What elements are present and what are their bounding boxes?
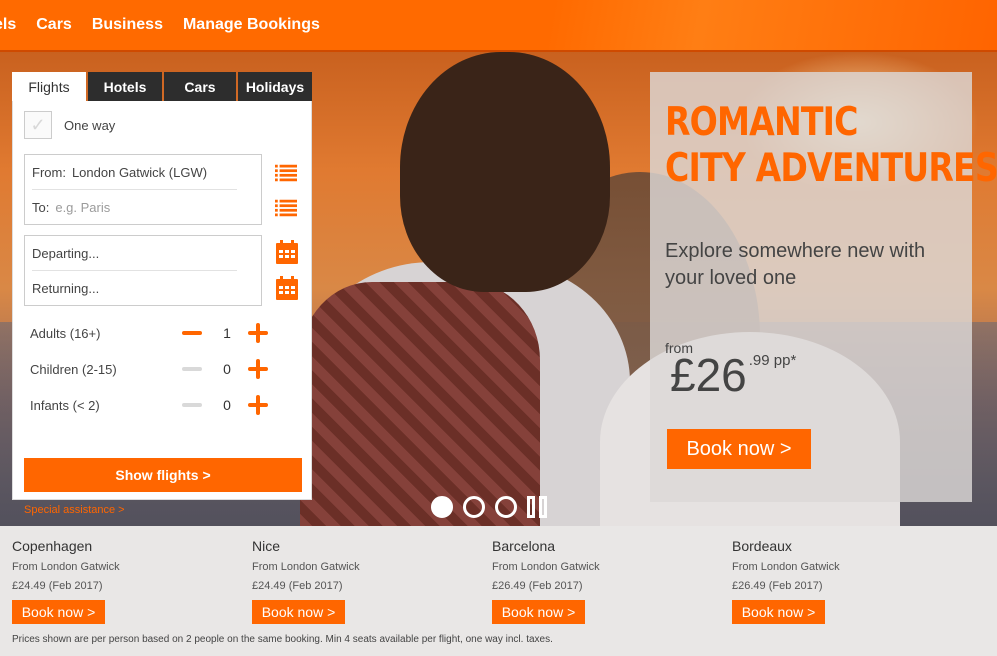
carousel-dot-1[interactable] [431, 496, 453, 518]
from-value: London Gatwick (LGW) [71, 164, 208, 180]
infants-label: Infants (< 2) [30, 397, 100, 413]
promo-headline-line1: ROMANTIC [665, 100, 858, 145]
to-field[interactable]: To: e.g. Paris [25, 190, 261, 224]
flight-search-widget: Flights Hotels Cars Holidays ✓ One way F… [12, 72, 312, 516]
one-way-option: ✓ One way [24, 111, 115, 139]
date-fields: Departing... Returning... [24, 235, 262, 306]
nav-item-holidays-hotels[interactable]: els [0, 16, 16, 34]
deal-card: Barcelona From London Gatwick £26.49 (Fe… [492, 538, 712, 624]
nav-item-business[interactable]: Business [92, 16, 163, 34]
deal-origin: From London Gatwick [12, 561, 120, 573]
deal-book-now-button[interactable]: Book now > [732, 600, 825, 624]
promo-price: £26.99 pp* [670, 348, 796, 402]
deal-destination: Barcelona [492, 538, 556, 554]
calendar-icon[interactable] [276, 276, 298, 300]
departing-placeholder: Departing... [32, 245, 100, 261]
adults-minus-button[interactable] [182, 331, 202, 335]
infants-row: Infants (< 2) 0 [30, 393, 295, 417]
adults-label: Adults (16+) [30, 325, 101, 341]
deal-card: Nice From London Gatwick £24.49 (Feb 201… [252, 538, 472, 624]
deal-price: £26.49 (Feb 2017) [732, 580, 823, 592]
departing-field[interactable]: Departing... [25, 236, 261, 270]
promo-headline-line2: CITY ADVENTURES [665, 146, 997, 191]
tab-holidays[interactable]: Holidays [238, 72, 312, 101]
adults-count: 1 [223, 325, 231, 341]
children-minus-button[interactable] [182, 367, 202, 371]
tab-flights[interactable]: Flights [12, 72, 86, 101]
carousel-controls [431, 496, 551, 518]
infants-minus-button[interactable] [182, 403, 202, 407]
deal-book-now-button[interactable]: Book now > [12, 600, 105, 624]
search-tabs: Flights Hotels Cars Holidays [12, 72, 312, 101]
children-label: Children (2-15) [30, 361, 117, 377]
calendar-icon[interactable] [276, 240, 298, 264]
adults-row: Adults (16+) 1 [30, 321, 295, 345]
returning-field[interactable]: Returning... [25, 271, 261, 305]
deal-price: £26.49 (Feb 2017) [492, 580, 583, 592]
one-way-checkbox[interactable]: ✓ [24, 111, 52, 139]
deal-price: £24.49 (Feb 2017) [252, 580, 343, 592]
deal-destination: Nice [252, 538, 281, 554]
adults-plus-button[interactable] [248, 323, 268, 343]
from-label: From: [32, 164, 66, 180]
carousel-dot-3[interactable] [495, 496, 517, 518]
deal-book-now-button[interactable]: Book now > [252, 600, 345, 624]
deal-origin: From London Gatwick [252, 561, 360, 573]
tab-cars[interactable]: Cars [164, 72, 236, 101]
show-flights-button[interactable]: Show flights > [24, 458, 302, 492]
hero-silhouette-backpack [300, 282, 540, 526]
list-icon[interactable] [275, 162, 297, 184]
from-field[interactable]: From: London Gatwick (LGW) [25, 155, 261, 189]
deal-origin: From London Gatwick [732, 561, 840, 573]
flights-panel: ✓ One way From: London Gatwick (LGW) To:… [12, 101, 312, 516]
to-placeholder: e.g. Paris [55, 199, 111, 215]
children-count: 0 [223, 361, 231, 377]
children-plus-button[interactable] [248, 359, 268, 379]
top-navigation: els Cars Business Manage Bookings [0, 0, 997, 52]
list-icon[interactable] [275, 197, 297, 219]
one-way-label: One way [64, 117, 116, 133]
deal-origin: From London Gatwick [492, 561, 600, 573]
nav-item-manage-bookings[interactable]: Manage Bookings [183, 16, 320, 34]
infants-plus-button[interactable] [248, 395, 268, 415]
deal-price: £24.49 (Feb 2017) [12, 580, 103, 592]
deal-card: Copenhagen From London Gatwick £24.49 (F… [12, 538, 232, 624]
promo-price-cents: .99 pp* [748, 352, 797, 369]
destination-deals: Copenhagen From London Gatwick £24.49 (F… [0, 526, 997, 656]
price-disclaimer: Prices shown are per person based on 2 p… [12, 634, 553, 645]
deal-card: Bordeaux From London Gatwick £26.49 (Feb… [732, 538, 952, 624]
children-row: Children (2-15) 0 [30, 357, 295, 381]
infants-count: 0 [223, 397, 231, 413]
nav-item-cars[interactable]: Cars [36, 16, 72, 34]
promo-panel: ROMANTIC CITY ADVENTURES Explore somewhe… [650, 72, 997, 502]
to-label: To: [32, 199, 50, 215]
promo-subtitle: Explore somewhere new with your loved on… [665, 240, 926, 289]
deal-book-now-button[interactable]: Book now > [492, 600, 585, 624]
route-fields: From: London Gatwick (LGW) To: e.g. Pari… [24, 154, 262, 225]
carousel-dot-2[interactable] [463, 496, 485, 518]
hero-silhouette-man [400, 52, 610, 292]
pause-icon[interactable] [527, 496, 551, 518]
deal-destination: Copenhagen [12, 538, 93, 554]
promo-headline: ROMANTIC CITY ADVENTURES [665, 100, 997, 192]
special-assistance-link[interactable]: Special assistance > [24, 504, 125, 516]
check-icon: ✓ [30, 114, 46, 135]
returning-placeholder: Returning... [32, 280, 100, 296]
promo-price-main: £26 [670, 349, 747, 401]
promo-book-now-button[interactable]: Book now > [667, 429, 811, 469]
tab-hotels[interactable]: Hotels [88, 72, 162, 101]
deal-destination: Bordeaux [732, 538, 792, 554]
